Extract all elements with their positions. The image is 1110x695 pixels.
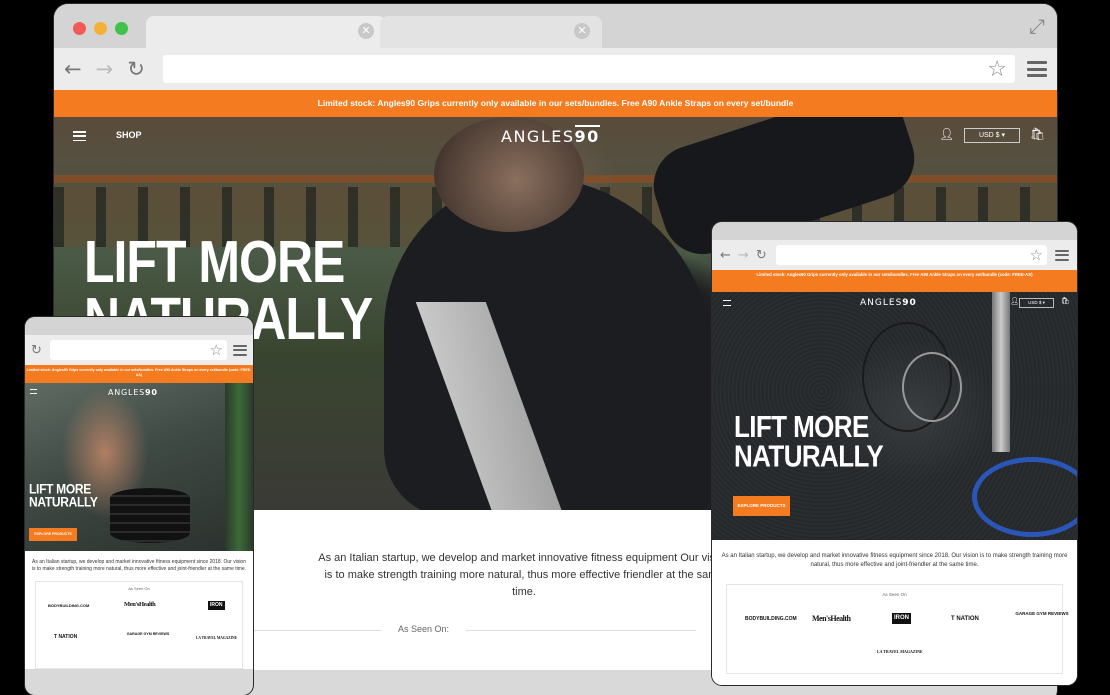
shop-link[interactable]: SHOP xyxy=(116,130,142,140)
as-seen-on-label: As Seen On xyxy=(128,586,150,591)
logo-bodybuilding: BODYBUILDING.COM xyxy=(745,616,797,622)
reload-icon[interactable]: ↻ xyxy=(127,57,145,81)
hamburger-menu-icon[interactable] xyxy=(1055,249,1069,261)
hero-rig-pole xyxy=(992,292,1010,452)
forward-arrow-icon[interactable]: → xyxy=(96,57,114,81)
logo-tnation: T NATION xyxy=(54,634,78,640)
window-controls xyxy=(73,22,128,35)
maximize-window-button[interactable] xyxy=(115,22,128,35)
fullscreen-icon[interactable]: ⤢ xyxy=(1029,14,1045,38)
browser-toolbar: ← → ↻ ☆ xyxy=(54,48,1057,90)
logo-bodybuilding: BODYBUILDING.COM xyxy=(48,603,90,608)
hamburger-menu-icon[interactable] xyxy=(233,344,247,356)
minimize-window-button[interactable] xyxy=(94,22,107,35)
explore-products-button[interactable]: EXPLORE PRODUCTS xyxy=(29,528,77,541)
close-tab-icon[interactable]: ✕ xyxy=(574,23,590,39)
menu-icon[interactable] xyxy=(73,131,86,141)
tablet-chrome-top xyxy=(712,222,1077,240)
logo-menshealth: Men'sHealth xyxy=(124,601,156,608)
star-icon[interactable]: ☆ xyxy=(1030,246,1043,264)
browser-tab-active[interactable]: ✕ xyxy=(146,16,386,48)
logo-iron: IRON xyxy=(892,613,911,624)
hero-gym-wall xyxy=(225,383,253,551)
logo-travel-magazine: LA TRAVEL MAGAZINE xyxy=(196,636,238,640)
reload-icon[interactable]: ↻ xyxy=(756,248,767,263)
site-logo[interactable]: ANGLES90 xyxy=(501,125,600,146)
site-logo[interactable]: ANGLES90 xyxy=(860,298,917,308)
promo-banner: Limited stock: Angles90 Grips currently … xyxy=(54,90,1057,117)
address-bar[interactable]: ☆ xyxy=(775,245,1047,265)
as-seen-on-box: As Seen On BODYBUILDING.COM Men'sHealth … xyxy=(726,584,1069,674)
close-window-button[interactable] xyxy=(73,22,86,35)
back-arrow-icon[interactable]: ← xyxy=(64,57,82,81)
user-icon[interactable]: 👤︎ xyxy=(939,127,954,141)
hero-carabiner xyxy=(902,352,962,422)
website-tablet: Limited stock: Angles90 Grips currently … xyxy=(712,270,1077,685)
hero-section: ANGLES90 👤︎ USD $ ▾ 🛍︎ LIFT MORE NATURAL… xyxy=(712,292,1077,540)
website-mobile: Limited stock: Angles90 Grips currently … xyxy=(25,365,253,669)
logo-garage-gym-reviews: GARAGE GYM REVIEWS xyxy=(126,632,170,636)
address-bar[interactable]: ☆ xyxy=(49,340,227,360)
hamburger-menu-icon[interactable] xyxy=(1027,61,1047,77)
menu-icon[interactable] xyxy=(30,389,37,394)
shopping-bag-icon[interactable]: 🛍︎ xyxy=(1030,127,1045,141)
logo-iron: IRON xyxy=(208,601,225,610)
hero-section: ANGLES90 LIFT MORE NATURALLY EXPLORE PRO… xyxy=(25,383,253,551)
tab-strip: ✕ ✕ ⤢ xyxy=(54,4,1057,48)
about-section: As an Italian startup, we develop and ma… xyxy=(25,551,253,669)
menu-icon[interactable] xyxy=(723,300,731,306)
about-text: As an Italian startup, we develop and ma… xyxy=(31,559,247,572)
browser-tab-inactive[interactable]: ✕ xyxy=(380,16,602,48)
star-icon[interactable]: ☆ xyxy=(210,341,223,359)
as-seen-on-label: As Seen On xyxy=(882,592,907,597)
address-bar[interactable]: ☆ xyxy=(162,55,1015,83)
explore-products-button[interactable]: EXPLORE PRODUCTS xyxy=(733,496,790,516)
hero-title: LIFT MORE NATURALLY xyxy=(29,480,98,511)
reload-icon[interactable]: ↻ xyxy=(31,343,42,358)
as-seen-on-box: As Seen On BODYBUILDING.COM Men'sHealth … xyxy=(35,581,243,669)
hero-resistance-band xyxy=(972,457,1077,537)
currency-selector[interactable]: USD $ ▾ xyxy=(1019,298,1054,308)
site-logo[interactable]: ANGLES90 xyxy=(108,388,158,397)
logo-garage-gym-reviews: GARAGE GYM REVIEWS xyxy=(1015,611,1069,616)
logo-menshealth: Men'sHealth xyxy=(812,614,851,623)
hero-title: LIFT MORE NATURALLY xyxy=(734,408,884,473)
tablet-browser-window: ← → ↻ ☆ Limited stock: Angles90 Grips cu… xyxy=(712,222,1077,685)
mobile-browser-window: ↻ ☆ Limited stock: Angles90 Grips curren… xyxy=(25,317,253,695)
browser-toolbar: ← → ↻ ☆ xyxy=(712,240,1077,270)
star-icon[interactable]: ☆ xyxy=(987,57,1007,82)
about-text: As an Italian startup, we develop and ma… xyxy=(721,553,1068,568)
currency-selector[interactable]: USD $ ▾ xyxy=(964,128,1020,143)
user-icon[interactable]: 👤︎ xyxy=(1010,297,1019,305)
shopping-bag-icon[interactable]: 🛍︎ xyxy=(1061,297,1070,305)
logo-travel-magazine: LA TRAVEL MAGAZINE xyxy=(877,649,923,654)
hero-weight-plates xyxy=(110,488,190,543)
about-text: As an Italian startup, we develop and ma… xyxy=(318,552,730,598)
logo-tnation: T NATION xyxy=(951,616,979,622)
site-header: SHOP ANGLES90 👤︎ USD $ ▾ 🛍︎ xyxy=(54,117,1057,157)
mobile-chrome-top xyxy=(25,317,253,335)
promo-banner: Limited stock: Angles90 Grips currently … xyxy=(25,365,253,383)
back-arrow-icon[interactable]: ← xyxy=(720,248,731,263)
browser-toolbar: ↻ ☆ xyxy=(25,335,253,365)
about-section: As an Italian startup, we develop and ma… xyxy=(712,540,1077,685)
forward-arrow-icon[interactable]: → xyxy=(738,248,749,263)
promo-banner: Limited stock: Angles90 Grips currently … xyxy=(712,270,1077,292)
as-seen-on-label: As Seen On: xyxy=(397,624,450,634)
close-tab-icon[interactable]: ✕ xyxy=(358,23,374,39)
showcase-stage: ✕ ✕ ⤢ ← → ↻ ☆ Limited stock: Angles90 Gr… xyxy=(0,0,1110,695)
